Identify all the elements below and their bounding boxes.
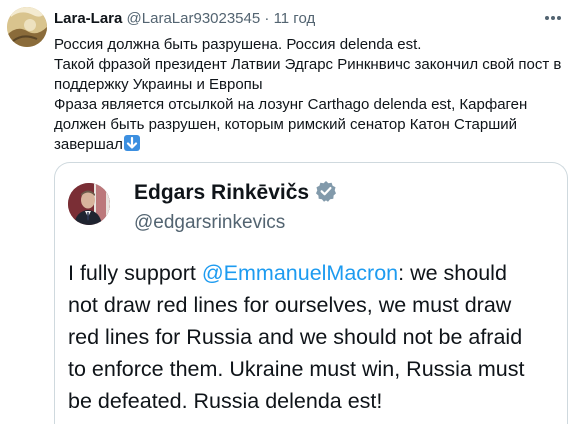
tweet-text-last-words: завершал [54, 136, 123, 153]
tweet-text-line: Фраза является отсылкой на лозунг Cartha… [54, 96, 528, 113]
tweet-text-line: поддержку Украины и Европы [54, 76, 263, 93]
tweet: Lara-Lara @LaraLar93023545 · 11 год Росс… [0, 0, 577, 424]
embedded-text-line: red lines for Russia and we should not b… [68, 325, 523, 349]
embedded-tweet-text: I fully support @EmmanuelMacron: we shou… [68, 257, 560, 417]
author-handle[interactable]: @LaraLar93023545 [127, 10, 261, 27]
embedded-text-line: to enforce them. Ukraine must win, Russi… [68, 357, 525, 381]
embedded-author-handle: @edgarsrinkevics [134, 212, 286, 233]
tweet-text: Россия должна быть разрушена. Россия del… [54, 35, 569, 155]
down-arrow-emoji-icon [123, 135, 140, 151]
embedded-text-line-first: I fully support @EmmanuelMacron: we shou… [68, 257, 560, 289]
mention-link[interactable]: @EmmanuelMacron [202, 261, 398, 285]
tweet-text-line: Такой фразой президент Латвии Эдгарс Рин… [54, 56, 562, 73]
embedded-author-name: Edgars Rinkēvičs [134, 180, 337, 206]
tweet-text-line: должен быть разрушен, которым римский се… [54, 116, 517, 133]
embedded-text-line: not draw red lines for ourselves, we mus… [68, 293, 512, 317]
separator-dot: · [264, 10, 270, 27]
more-icon [545, 16, 561, 20]
tweet-header: Lara-Lara @LaraLar93023545 · 11 год [54, 9, 315, 29]
author-avatar[interactable] [7, 7, 47, 47]
more-options-button[interactable] [541, 9, 565, 27]
embedded-text-prefix: I fully support [68, 261, 202, 285]
embedded-author-avatar [68, 183, 110, 225]
tweet-text-line-last: завершал [54, 135, 569, 155]
tweet-text-line: Россия должна быть разрушена. Россия del… [54, 36, 422, 53]
embedded-author-name-text: Edgars Rinkēvičs [134, 181, 310, 204]
embedded-tweet-screenshot[interactable]: Edgars Rinkēvičs @edgarsrinkevics I full… [54, 162, 568, 424]
embedded-text-line: be defeated. Russia delenda est! [68, 389, 383, 413]
embedded-text-after-mention: : we should [398, 261, 507, 285]
author-name[interactable]: Lara-Lara [54, 10, 122, 27]
verified-badge-icon [316, 181, 337, 202]
timestamp[interactable]: 11 год [274, 10, 316, 27]
